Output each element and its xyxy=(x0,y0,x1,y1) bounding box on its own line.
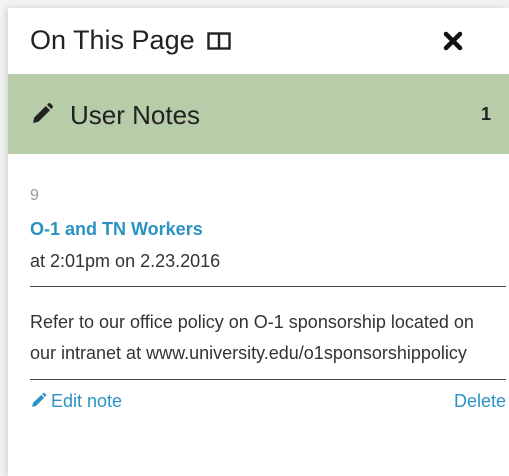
close-icon[interactable] xyxy=(442,30,464,52)
notes-count-badge: 1 xyxy=(480,104,491,124)
panel-title: On This Page xyxy=(30,25,195,55)
note-number: 9 xyxy=(30,187,39,204)
delete-note-link[interactable]: Delete xyxy=(454,390,506,412)
layout-split-icon[interactable] xyxy=(207,32,231,50)
user-note: 9 O-1 and TN Workers at 2:01pm on 2.23.2… xyxy=(30,186,506,416)
pencil-icon xyxy=(30,392,47,409)
section-label: User Notes xyxy=(70,100,201,130)
divider xyxy=(30,286,506,287)
note-actions: Edit note Delete xyxy=(30,386,506,416)
edit-note-label: Edit note xyxy=(51,391,123,411)
on-this-page-panel: On This Page User Notes 1 9 O-1 and TN W… xyxy=(8,8,509,476)
note-title-link[interactable]: O-1 and TN Workers xyxy=(30,218,203,240)
pencil-icon xyxy=(30,102,54,126)
edit-note-link[interactable]: Edit note xyxy=(30,390,122,412)
user-notes-section-header[interactable]: User Notes 1 xyxy=(8,74,509,154)
note-body: Refer to our office policy on O-1 sponso… xyxy=(30,312,474,363)
note-timestamp: at 2:01pm on 2.23.2016 xyxy=(30,251,221,271)
panel-header: On This Page xyxy=(8,8,509,74)
divider xyxy=(30,379,506,380)
